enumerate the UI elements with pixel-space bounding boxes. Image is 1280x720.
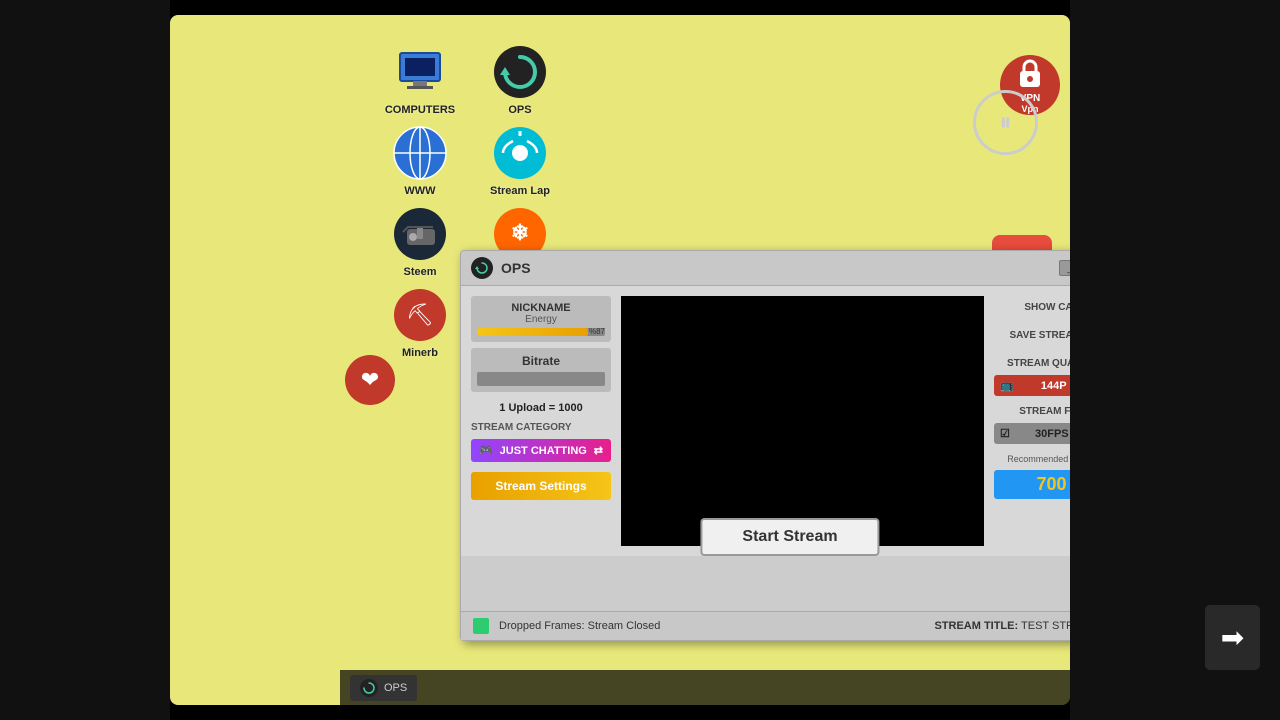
stream-category-label: STREAM CATEGORY bbox=[471, 422, 611, 433]
taskbar-app-ops[interactable]: OPS bbox=[350, 675, 417, 701]
icon-ops[interactable]: OPS bbox=[480, 45, 560, 116]
dropped-frames-text: Dropped Frames: Stream Closed bbox=[499, 620, 660, 632]
energy-label: Energy bbox=[477, 314, 605, 325]
stream-title-label: STREAM TITLE: bbox=[934, 620, 1018, 632]
ops-titlebar: OPS _ ✕ bbox=[461, 251, 1119, 286]
ops-icon-img bbox=[493, 45, 548, 100]
vpn-lock-icon bbox=[1012, 57, 1048, 93]
computers-label: COMPUTERS bbox=[385, 104, 455, 116]
start-stream-button[interactable]: Start Stream bbox=[700, 518, 879, 556]
stream-settings-text: Stream Settings bbox=[495, 479, 586, 493]
quality-icon: 📺 bbox=[1000, 379, 1014, 392]
just-chatting-icon: 🎮 bbox=[479, 444, 493, 457]
ops-title-area: OPS bbox=[471, 257, 531, 279]
computers-icon-img bbox=[393, 45, 448, 100]
icon-computers[interactable]: COMPUTERS bbox=[380, 45, 460, 116]
exit-arrow-icon: ➡ bbox=[1221, 621, 1244, 654]
energy-bar: %87 bbox=[477, 328, 605, 336]
streamlap-icon-img bbox=[493, 126, 548, 181]
fps-checkbox: ☑ bbox=[1000, 427, 1010, 440]
exit-button[interactable]: ➡ bbox=[1205, 605, 1260, 670]
start-stream-area: Start Stream bbox=[461, 556, 1119, 611]
icon-www[interactable]: WWW bbox=[380, 126, 460, 197]
quality-value: 144P bbox=[1041, 380, 1067, 392]
icon-streamlap[interactable]: Stream Lap bbox=[480, 126, 560, 197]
steam-icon-img bbox=[393, 207, 448, 262]
heart-symbol: ❤ bbox=[361, 367, 379, 393]
icon-row-2: WWW Stream Lap bbox=[380, 126, 560, 197]
taskbar-app-label: OPS bbox=[384, 682, 407, 694]
icon-row-1: COMPUTERS OPS bbox=[380, 45, 560, 116]
energy-fill bbox=[477, 328, 588, 336]
bitrate-label: Bitrate bbox=[477, 354, 605, 368]
pause-button[interactable]: ⏸ bbox=[973, 90, 1038, 155]
www-label: WWW bbox=[404, 185, 435, 197]
bitrate-section: Bitrate bbox=[471, 348, 611, 392]
www-icon-img bbox=[393, 126, 448, 181]
left-bezel bbox=[0, 0, 170, 720]
ops-window: OPS _ ✕ NICKNAME Energy %87 bbox=[460, 250, 1120, 641]
ops-bottom-bar: Dropped Frames: Stream Closed STREAM TIT… bbox=[461, 611, 1119, 640]
upload-info: 1 Upload = 1000 bbox=[471, 402, 611, 414]
stream-settings-button[interactable]: Stream Settings bbox=[471, 472, 611, 500]
bitrate-bar bbox=[477, 372, 605, 386]
svg-text:❄: ❄ bbox=[510, 220, 528, 245]
ops-window-title: OPS bbox=[501, 260, 531, 276]
just-chatting-arrow: ⇄ bbox=[594, 444, 603, 457]
just-chatting-text: JUST CHATTING bbox=[500, 445, 587, 457]
svg-text:⛏: ⛏ bbox=[406, 302, 434, 327]
nickname-section: NICKNAME Energy %87 bbox=[471, 296, 611, 342]
taskbar-ops-icon bbox=[360, 679, 378, 697]
dropped-frames-indicator bbox=[473, 618, 489, 634]
ops-main-content: NICKNAME Energy %87 Bitrate 1 Upload = 1… bbox=[461, 286, 1119, 556]
miner-label: Minerb bbox=[402, 347, 438, 359]
ops-label: OPS bbox=[508, 104, 531, 116]
ops-app-icon bbox=[471, 257, 493, 279]
fps-value: 30FPS bbox=[1035, 428, 1069, 440]
right-bezel: ➡ bbox=[1070, 0, 1280, 720]
steam-label: Steem bbox=[403, 266, 436, 278]
health-icon[interactable]: ❤ bbox=[345, 355, 395, 405]
streamlap-label: Stream Lap bbox=[490, 185, 550, 197]
stream-preview bbox=[621, 296, 984, 546]
start-stream-label: Start Stream bbox=[742, 528, 837, 545]
just-chatting-button[interactable]: 🎮 JUST CHATTING ⇄ bbox=[471, 439, 611, 462]
ops-left-panel: NICKNAME Energy %87 Bitrate 1 Upload = 1… bbox=[471, 296, 611, 546]
energy-percent: %87 bbox=[589, 327, 605, 336]
icon-miner[interactable]: ⛏ Minerb bbox=[380, 288, 460, 359]
nickname-label: NICKNAME bbox=[477, 302, 605, 314]
miner-icon-img: ⛏ bbox=[393, 288, 448, 343]
desktop-area: COMPUTERS OPS bbox=[170, 15, 1070, 705]
icon-steam[interactable]: Steem bbox=[380, 207, 460, 278]
pause-icon: ⏸ bbox=[1000, 109, 1012, 137]
